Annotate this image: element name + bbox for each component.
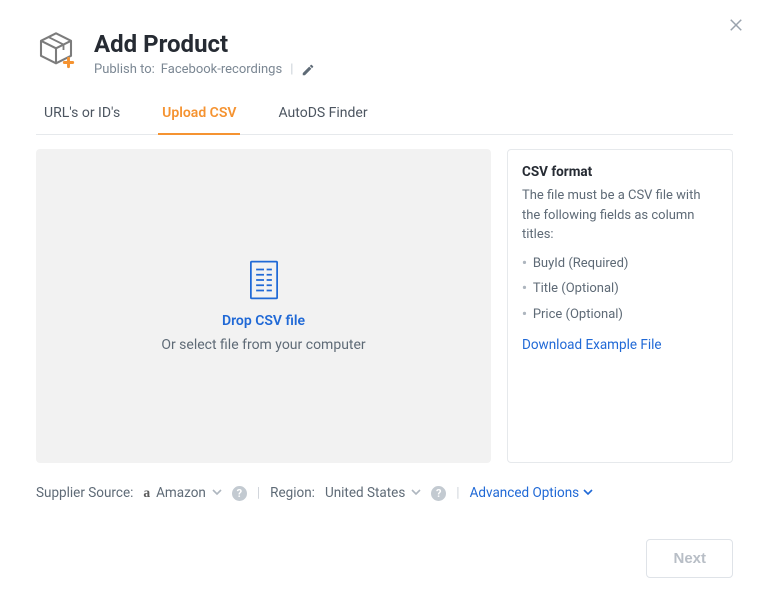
publish-label: Publish to:	[94, 62, 155, 77]
supplier-value: Amazon	[156, 485, 206, 501]
separator: |	[456, 485, 459, 501]
tab-upload-csv[interactable]: Upload CSV	[158, 105, 240, 135]
region-select[interactable]: United States	[325, 485, 421, 501]
config-toolbar: Supplier Source: a Amazon ? | Region: Un…	[36, 485, 733, 501]
csv-format-heading: CSV format	[522, 162, 718, 182]
tab-autods-finder[interactable]: AutoDS Finder	[274, 105, 371, 135]
close-icon[interactable]	[727, 16, 745, 38]
modal-header: Add Product Publish to: Facebook-recordi…	[36, 30, 733, 77]
region-label: Region:	[270, 485, 315, 501]
product-box-icon	[36, 30, 76, 70]
modal-body: Drop CSV file Or select file from your c…	[36, 149, 733, 463]
download-example-link[interactable]: Download Example File	[522, 335, 718, 355]
list-item: Title (Optional)	[522, 276, 718, 302]
help-icon[interactable]: ?	[232, 486, 247, 501]
modal-title: Add Product	[94, 30, 315, 58]
document-icon	[246, 259, 282, 305]
separator: |	[257, 485, 260, 501]
modal-footer: Next	[646, 539, 733, 578]
chevron-down-icon	[411, 485, 421, 501]
advanced-options-toggle[interactable]: Advanced Options	[470, 485, 594, 501]
chevron-down-icon	[583, 485, 593, 501]
add-product-modal: Add Product Publish to: Facebook-recordi…	[0, 0, 769, 600]
region-value: United States	[325, 485, 405, 501]
list-item: Price (Optional)	[522, 302, 718, 328]
advanced-options-label: Advanced Options	[470, 485, 580, 501]
publish-target: Facebook-recordings	[161, 62, 282, 77]
publish-row: Publish to: Facebook-recordings |	[94, 62, 315, 77]
csv-fields-list: BuyId (Required) Title (Optional) Price …	[522, 251, 718, 328]
title-block: Add Product Publish to: Facebook-recordi…	[94, 30, 315, 77]
tabs: URL's or ID's Upload CSV AutoDS Finder	[36, 105, 733, 135]
amazon-icon: a	[143, 485, 150, 501]
supplier-select[interactable]: a Amazon	[143, 485, 222, 501]
list-item: BuyId (Required)	[522, 251, 718, 277]
csv-format-panel: CSV format The file must be a CSV file w…	[507, 149, 733, 463]
chevron-down-icon	[212, 485, 222, 501]
next-button[interactable]: Next	[646, 539, 733, 578]
tab-urls-or-ids[interactable]: URL's or ID's	[40, 105, 124, 135]
csv-format-description: The file must be a CSV file with the fol…	[522, 186, 718, 245]
dropzone-title: Drop CSV file	[222, 313, 305, 329]
edit-icon[interactable]	[301, 63, 315, 77]
help-icon[interactable]: ?	[431, 486, 446, 501]
csv-dropzone[interactable]: Drop CSV file Or select file from your c…	[36, 149, 491, 463]
separator: |	[290, 62, 293, 77]
dropzone-subtitle: Or select file from your computer	[161, 337, 365, 353]
supplier-label: Supplier Source:	[36, 485, 133, 501]
